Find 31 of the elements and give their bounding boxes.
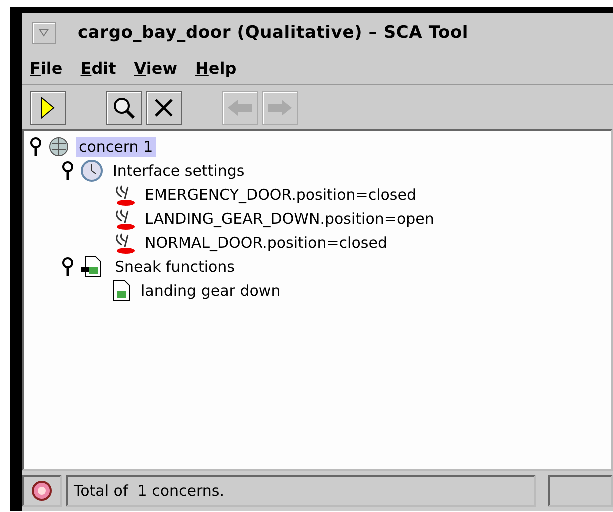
lifebuoy-icon [31,480,53,502]
expanded-pin-icon[interactable] [62,257,74,277]
left-arrow-icon [227,99,253,117]
close-icon [154,98,174,118]
search-icon [112,96,136,120]
expanded-pin-icon[interactable] [30,137,42,157]
status-field [548,475,613,507]
tree-item[interactable]: concern 1 [76,137,156,157]
menu-item[interactable]: Help [196,59,237,78]
menu-item[interactable]: Edit [80,59,116,78]
tree-item[interactable]: Sneak functions [112,257,238,277]
window-title: cargo_bay_door (Qualitative) – SCA Tool [78,23,469,43]
tree-item[interactable]: Interface settings [110,161,248,181]
menu-item[interactable]: View [134,59,178,78]
search-button[interactable] [106,91,142,125]
run-button[interactable] [30,91,66,125]
tree-item[interactable]: EMERGENCY_DOOR.position=closed [142,185,420,205]
window-menu-button[interactable] [32,22,56,44]
right-arrow-icon [267,99,293,117]
status-text: Total of 1 concerns. [66,475,536,507]
play-icon [41,97,55,119]
menu-item[interactable]: File [30,59,63,78]
expanded-pin-icon[interactable] [62,161,74,181]
tree-item[interactable]: NORMAL_DOOR.position=closed [142,233,390,253]
tree-item[interactable]: LANDING_GEAR_DOWN.position=open [142,209,438,229]
tree-item[interactable]: landing gear down [138,281,284,301]
document-icon [112,279,132,303]
globe-icon [48,136,70,158]
clock-icon [80,159,104,183]
close-button[interactable] [146,91,182,125]
down-triangle-icon [39,29,49,37]
